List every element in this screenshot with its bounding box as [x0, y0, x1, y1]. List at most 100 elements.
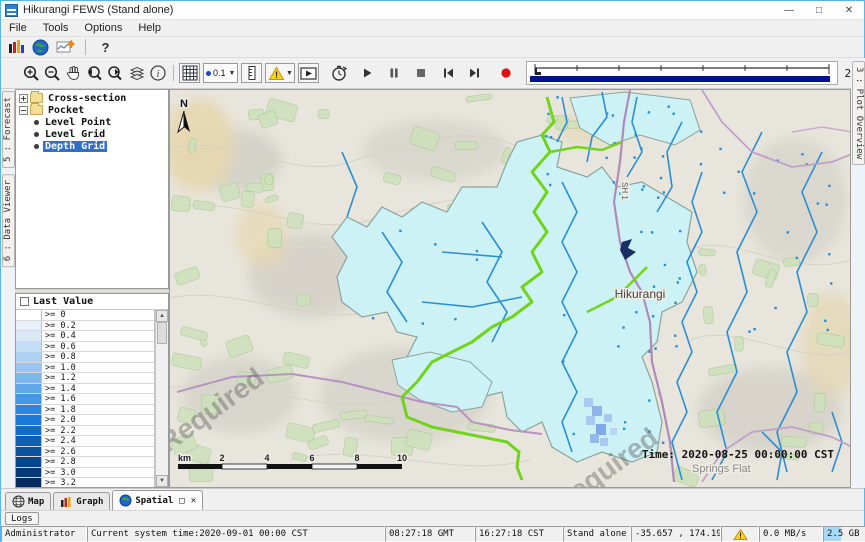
legend-row[interactable]: >= 0: [16, 310, 154, 321]
legend-row[interactable]: >= 0.2: [16, 321, 154, 332]
chevron-down-icon[interactable]: ▼: [286, 70, 293, 77]
scroll-up-icon[interactable]: ▲: [156, 310, 168, 322]
legend-row[interactable]: >= 0.8: [16, 352, 154, 363]
legend-row[interactable]: >= 0.6: [16, 342, 154, 353]
legend-value-label: >= 2.6: [42, 447, 154, 457]
zoom-previous-icon[interactable]: [84, 63, 105, 83]
last-value-label: Last Value: [33, 296, 93, 307]
status-local-time: 16:27:18 CST: [475, 526, 563, 542]
grid-display-button[interactable]: [179, 63, 200, 83]
menu-help[interactable]: Help: [130, 21, 169, 35]
legend-row[interactable]: >= 0.4: [16, 331, 154, 342]
legend-color-swatch: [16, 373, 42, 383]
menu-options[interactable]: Options: [76, 21, 130, 35]
warning-threshold-button[interactable]: ! ▼: [265, 63, 295, 83]
tab-maximize-icon[interactable]: □: [179, 496, 184, 506]
legend-color-swatch: [16, 436, 42, 446]
play-button[interactable]: [356, 63, 377, 83]
legend-table-body: >= 0>= 0.2>= 0.4>= 0.6>= 0.8>= 1.0>= 1.2…: [16, 310, 155, 487]
place-label: Springs Flat: [692, 463, 751, 475]
legend-row[interactable]: >= 2.2: [16, 426, 154, 437]
info-icon[interactable]: i: [147, 63, 168, 83]
help-button[interactable]: ?: [95, 37, 116, 57]
tab-graph-label: Graph: [76, 497, 103, 507]
legend-panel: Last Value >= 0>= 0.2>= 0.4>= 0.6>= 0.8>…: [15, 293, 169, 488]
status-system-time: Current system time:2020-09-01 00:00 CST: [87, 526, 385, 542]
logs-button[interactable]: Logs: [5, 512, 39, 525]
collapse-icon[interactable]: [19, 106, 28, 115]
legend-scrollbar[interactable]: ▲ ▼: [155, 310, 168, 487]
tree-item-pocket[interactable]: Pocket: [16, 104, 168, 116]
tab-forecast[interactable]: 5 : Forecast: [2, 91, 15, 168]
expand-icon[interactable]: [19, 94, 28, 103]
legend-row[interactable]: >= 1.4: [16, 384, 154, 395]
timeline-slider[interactable]: [526, 61, 838, 85]
status-warning-cell[interactable]: !: [721, 526, 759, 542]
tree-item-level-grid[interactable]: Level Grid: [16, 128, 168, 140]
svg-text:!: !: [275, 70, 278, 80]
zoom-out-icon[interactable]: [42, 63, 63, 83]
skip-to-end-button[interactable]: [464, 63, 485, 83]
tab-close-icon[interactable]: ✕: [191, 496, 196, 506]
zoom-next-icon[interactable]: [105, 63, 126, 83]
title-bar: Hikurangi FEWS (Stand alone) — □ ✕: [1, 1, 864, 20]
logs-row: Logs: [1, 510, 864, 526]
legend-value-label: >= 2.0: [42, 415, 154, 425]
class-threshold-value: 0.1: [213, 68, 226, 78]
tree-item-label: Pocket: [46, 105, 86, 116]
tree-item-label: Level Grid: [43, 129, 107, 140]
close-button[interactable]: ✕: [834, 1, 864, 19]
legend-row[interactable]: >= 1.2: [16, 373, 154, 384]
legend-color-swatch: [16, 447, 42, 457]
legend-row[interactable]: >= 1.0: [16, 363, 154, 374]
class-threshold-combo[interactable]: 0.1 ▼: [203, 63, 238, 83]
layer-bullet-icon: [34, 132, 39, 137]
spatial-display-button[interactable]: [30, 37, 51, 57]
database-display-button[interactable]: [5, 37, 26, 57]
legend-color-swatch: [16, 415, 42, 425]
tree-item-level-point[interactable]: Level Point: [16, 116, 168, 128]
zoom-in-icon[interactable]: [21, 63, 42, 83]
legend-row[interactable]: >= 2.0: [16, 415, 154, 426]
tree-item-depth-grid[interactable]: Depth Grid: [16, 140, 168, 152]
skip-to-start-button[interactable]: [437, 63, 458, 83]
run-timer-icon[interactable]: [329, 63, 350, 83]
spatial-map-view[interactable]: API Key Required API Key Required API Ke…: [169, 89, 851, 488]
pan-hand-icon[interactable]: [63, 63, 84, 83]
last-value-checkbox[interactable]: [20, 297, 29, 306]
tab-graph[interactable]: Graph: [53, 492, 110, 510]
layers-icon[interactable]: [126, 63, 147, 83]
record-button[interactable]: [495, 63, 516, 83]
svg-text:i: i: [156, 69, 159, 80]
scale-bar-button[interactable]: [241, 63, 262, 83]
legend-row[interactable]: >= 2.6: [16, 447, 154, 458]
tree-item-label: Level Point: [43, 117, 113, 128]
legend-row[interactable]: >= 2.8: [16, 457, 154, 468]
legend-row[interactable]: >= 3.0: [16, 468, 154, 479]
chevron-down-icon[interactable]: ▼: [229, 70, 236, 77]
legend-row[interactable]: >= 1.6: [16, 394, 154, 405]
minimize-button[interactable]: —: [774, 1, 804, 19]
stop-button[interactable]: [410, 63, 431, 83]
maximize-button[interactable]: □: [804, 1, 834, 19]
scroll-down-icon[interactable]: ▼: [156, 475, 168, 487]
tab-map[interactable]: Map: [5, 492, 51, 510]
pause-button[interactable]: [383, 63, 404, 83]
legend-header: Last Value: [16, 294, 168, 310]
legend-row[interactable]: >= 2.4: [16, 436, 154, 447]
legend-row[interactable]: >= 3.2: [16, 478, 154, 487]
legend-color-swatch: [16, 384, 42, 394]
animation-display-button[interactable]: [298, 63, 319, 83]
tab-plot-overview[interactable]: 3 : Plot Overview: [852, 61, 865, 165]
timeseries-import-button[interactable]: [55, 37, 76, 57]
toolbar-separator: [173, 65, 174, 81]
tab-data-viewer[interactable]: 6 : Data Viewer: [2, 174, 15, 267]
menu-file[interactable]: File: [1, 21, 35, 35]
scrollbar-track[interactable]: [156, 322, 168, 475]
tab-spatial[interactable]: Spatial □ ✕: [112, 490, 203, 510]
legend-value-label: >= 3.0: [42, 468, 154, 478]
legend-row[interactable]: >= 1.8: [16, 405, 154, 416]
scrollbar-thumb[interactable]: [157, 322, 167, 344]
app-logo-icon: [5, 4, 18, 17]
menu-tools[interactable]: Tools: [35, 21, 77, 35]
